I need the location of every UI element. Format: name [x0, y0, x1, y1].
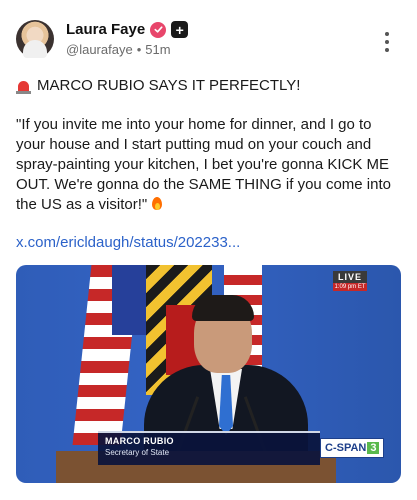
- post-link[interactable]: x.com/ericldaugh/status/202233...: [16, 234, 240, 251]
- video-thumbnail[interactable]: LIVE 1:09 pm ET MARCO RUBIO Secretary of…: [16, 265, 401, 483]
- post-time[interactable]: 51m: [145, 42, 170, 57]
- us-flag-field: [112, 265, 148, 335]
- speaker-hair: [192, 295, 254, 321]
- network-logo: C-SPAN 3: [320, 438, 385, 458]
- fire-emoji-icon: [151, 196, 163, 211]
- lower-third-title: Secretary of State: [105, 448, 170, 457]
- quote-text: "If you invite me into your home for din…: [16, 116, 391, 213]
- siren-emoji-icon: [16, 79, 31, 94]
- post-quote: "If you invite me into your home for din…: [16, 115, 401, 215]
- live-label: LIVE: [333, 271, 367, 283]
- more-dot: [385, 40, 389, 44]
- post-headline: MARCO RUBIO SAYS IT PERFECTLY!: [37, 77, 301, 94]
- meta-separator: •: [136, 42, 142, 57]
- author-row: Laura Faye +: [66, 21, 189, 38]
- live-indicator: LIVE 1:09 pm ET: [333, 271, 367, 291]
- lower-third: MARCO RUBIO Secretary of State: [98, 431, 320, 465]
- more-vertical-icon[interactable]: [381, 32, 393, 52]
- live-time: 1:09 pm ET: [333, 283, 367, 291]
- network-name: C-SPAN: [325, 442, 367, 454]
- headline-line: MARCO RUBIO SAYS IT PERFECTLY!: [16, 76, 401, 96]
- verified-check-icon: [150, 21, 167, 38]
- network-number: 3: [367, 442, 380, 454]
- post-body: MARCO RUBIO SAYS IT PERFECTLY! "If you i…: [16, 76, 401, 215]
- post-header: Laura Faye + @laurafaye • 51m: [16, 18, 401, 64]
- lower-third-name: MARCO RUBIO: [105, 436, 174, 446]
- plus-badge-icon: +: [171, 21, 189, 38]
- avatar[interactable]: [16, 20, 54, 58]
- author-handle[interactable]: @laurafaye: [66, 42, 133, 57]
- post-card: Laura Faye + @laurafaye • 51m MARCO RUBI…: [0, 0, 417, 500]
- author-name[interactable]: Laura Faye: [66, 21, 145, 38]
- more-dot: [385, 32, 389, 36]
- author-meta: @laurafaye • 51m: [66, 42, 171, 57]
- more-dot: [385, 48, 389, 52]
